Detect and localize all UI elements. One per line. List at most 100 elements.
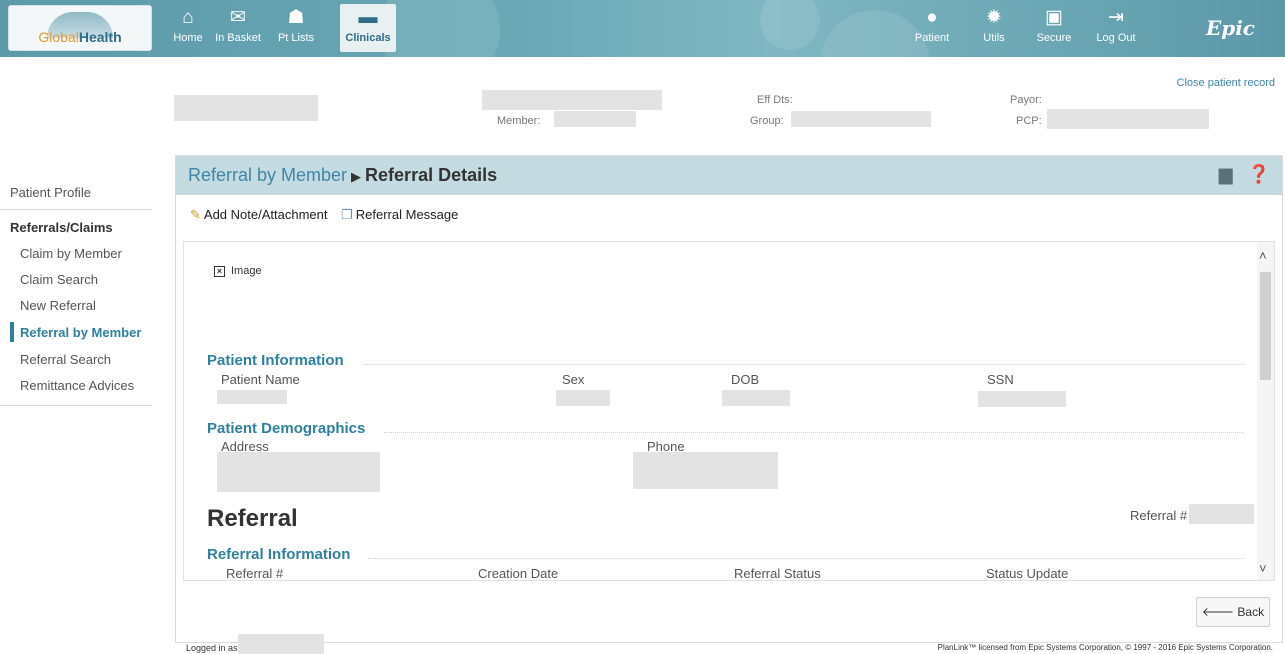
logo-text-health: Health (78, 29, 122, 45)
print-icon[interactable]: ▆ (1219, 164, 1233, 184)
panel-toolbar: ✎ Add Note/Attachment ❐ Referral Message (190, 207, 468, 223)
scroll-down-icon[interactable]: ˅ (1259, 561, 1267, 576)
message-icon: ❐ (341, 207, 353, 222)
envelope-icon: ✉ (230, 7, 246, 28)
section-rule (364, 364, 1244, 365)
section-patient-demographics: Patient Demographics (207, 420, 366, 437)
redacted-address-value (217, 452, 380, 492)
person-icon: ● (926, 7, 938, 28)
nav-patient[interactable]: ● Patient (904, 4, 960, 52)
epic-logo: Epic (1205, 16, 1255, 40)
nav-pt-lists[interactable]: ☗ Pt Lists (268, 4, 324, 52)
sidebar-item-patient-profile[interactable]: Patient Profile (10, 185, 91, 200)
redacted-patient-name-value (217, 390, 287, 404)
breadcrumb: Referral by Member ▶ Referral Details (188, 165, 497, 186)
close-patient-record-link[interactable]: Close patient record (1177, 77, 1275, 89)
help-icon[interactable]: ❓ (1248, 164, 1270, 184)
lock-icon: ▣ (1045, 7, 1063, 28)
redacted-sex-value (556, 390, 610, 406)
nav-home[interactable]: ⌂ Home (160, 4, 216, 52)
referral-message-label: Referral Message (355, 207, 459, 222)
nav-label: Pt Lists (277, 32, 315, 44)
nav-secure[interactable]: ▣ Secure (1026, 4, 1082, 52)
nav-clinicals[interactable]: ▬ Clinicals (340, 4, 396, 52)
sex-label: Sex (562, 372, 585, 387)
nav-label: Home (173, 32, 203, 44)
logged-in-as: Logged in as: (186, 643, 240, 653)
nav-label: Patient (914, 32, 950, 44)
broken-image-placeholder: × Image (214, 265, 262, 277)
page-title: Referral Details (365, 165, 498, 185)
back-button[interactable]: 🡐 Back (1196, 597, 1270, 627)
redacted-phone-value (633, 452, 778, 489)
breadcrumb-arrow-icon: ▶ (351, 169, 362, 184)
sidebar-item-referral-by-member[interactable]: Referral by Member (20, 325, 141, 340)
patient-name-label: Patient Name (221, 372, 300, 387)
section-rule (368, 558, 1244, 559)
divider (0, 209, 152, 210)
nav-label: Utils (983, 32, 1005, 44)
nav-label: Clinicals (345, 32, 391, 44)
image-alt-text: Image (231, 265, 262, 277)
section-referral-information: Referral Information (207, 546, 351, 563)
section-rule (384, 432, 1244, 433)
breadcrumb-referral-by-member[interactable]: Referral by Member (188, 165, 347, 185)
sidebar-item-claim-search[interactable]: Claim Search (20, 272, 98, 287)
back-arrow-icon: 🡐 (1201, 605, 1238, 619)
pcp-label: PCP: (1016, 115, 1042, 127)
redacted-ssn-value (978, 391, 1066, 407)
referral-heading: Referral (207, 505, 298, 532)
payor-label: Payor: (1010, 94, 1042, 106)
sidebar-section-referrals-claims: Referrals/Claims (10, 220, 113, 235)
redacted-patient-name (174, 95, 318, 121)
home-icon: ⌂ (182, 7, 194, 28)
panel-header: Referral by Member ▶ Referral Details ▆ ❓ (176, 156, 1282, 195)
sidebar-item-new-referral[interactable]: New Referral (20, 298, 96, 313)
sidebar-item-remittance-advices[interactable]: Remittance Advices (20, 378, 134, 393)
logo-text-global: Global (38, 29, 79, 45)
referral-message-button[interactable]: ❐ Referral Message (341, 207, 458, 223)
divider (0, 405, 152, 406)
back-button-label: Back (1237, 605, 1265, 619)
add-note-label: Add Note/Attachment (203, 207, 328, 222)
vertical-scrollbar[interactable]: ˄ ˅ (1257, 242, 1274, 580)
dob-label: DOB (731, 372, 760, 387)
scrollbar-thumb[interactable] (1260, 272, 1271, 380)
redacted-pcp (1047, 109, 1209, 129)
creation-date-label: Creation Date (478, 566, 559, 581)
panel-header-actions: ▆ ❓ (1219, 164, 1270, 185)
nav-logout[interactable]: ⇥ Log Out (1088, 4, 1144, 52)
logout-icon: ⇥ (1108, 7, 1124, 28)
redacted-member (554, 111, 636, 127)
section-patient-information: Patient Information (207, 352, 344, 369)
redacted-username (238, 634, 324, 654)
sidebar-item-claim-by-member[interactable]: Claim by Member (20, 246, 122, 261)
status-update-label: Status Update (986, 566, 1069, 581)
add-note-attachment-button[interactable]: ✎ Add Note/Attachment (190, 207, 327, 223)
nav-label: Secure (1036, 32, 1072, 44)
scroll-up-icon[interactable]: ˄ (1259, 248, 1267, 263)
nav-in-basket[interactable]: ✉ In Basket (210, 4, 266, 52)
logged-in-label: Logged in as: (186, 643, 241, 653)
eff-dts-label: Eff Dts: (757, 94, 793, 106)
nav-label: Log Out (1096, 32, 1136, 44)
ssn-label: SSN (987, 372, 1014, 387)
globalhealth-logo[interactable]: GlobalHealth (8, 5, 152, 51)
referral-details-panel: Referral by Member ▶ Referral Details ▆ ❓ … (175, 155, 1283, 643)
nav-label: In Basket (215, 32, 261, 44)
note-icon: ✎ (190, 207, 201, 222)
broken-image-icon: × (214, 266, 225, 277)
group-label: Group: (750, 115, 784, 127)
nav-utils[interactable]: ✹ Utils (966, 4, 1022, 52)
redacted-field (482, 90, 662, 110)
sidebar-item-referral-search[interactable]: Referral Search (20, 352, 111, 367)
people-icon: ☗ (287, 7, 305, 28)
top-nav-bar: GlobalHealth ⌂ Home ✉ In Basket ☗ Pt Lis… (0, 0, 1285, 57)
referral-document-viewer[interactable]: × Image Patient Information Patient Name … (183, 241, 1275, 581)
referral-number-label: Referral # (226, 566, 284, 581)
redacted-group (791, 111, 931, 127)
redacted-dob-value (722, 390, 790, 406)
redacted-referral-number (1189, 504, 1254, 524)
member-label: Member: (497, 115, 541, 127)
license-text: PlanLink™ licensed from Epic Systems Cor… (937, 643, 1273, 652)
